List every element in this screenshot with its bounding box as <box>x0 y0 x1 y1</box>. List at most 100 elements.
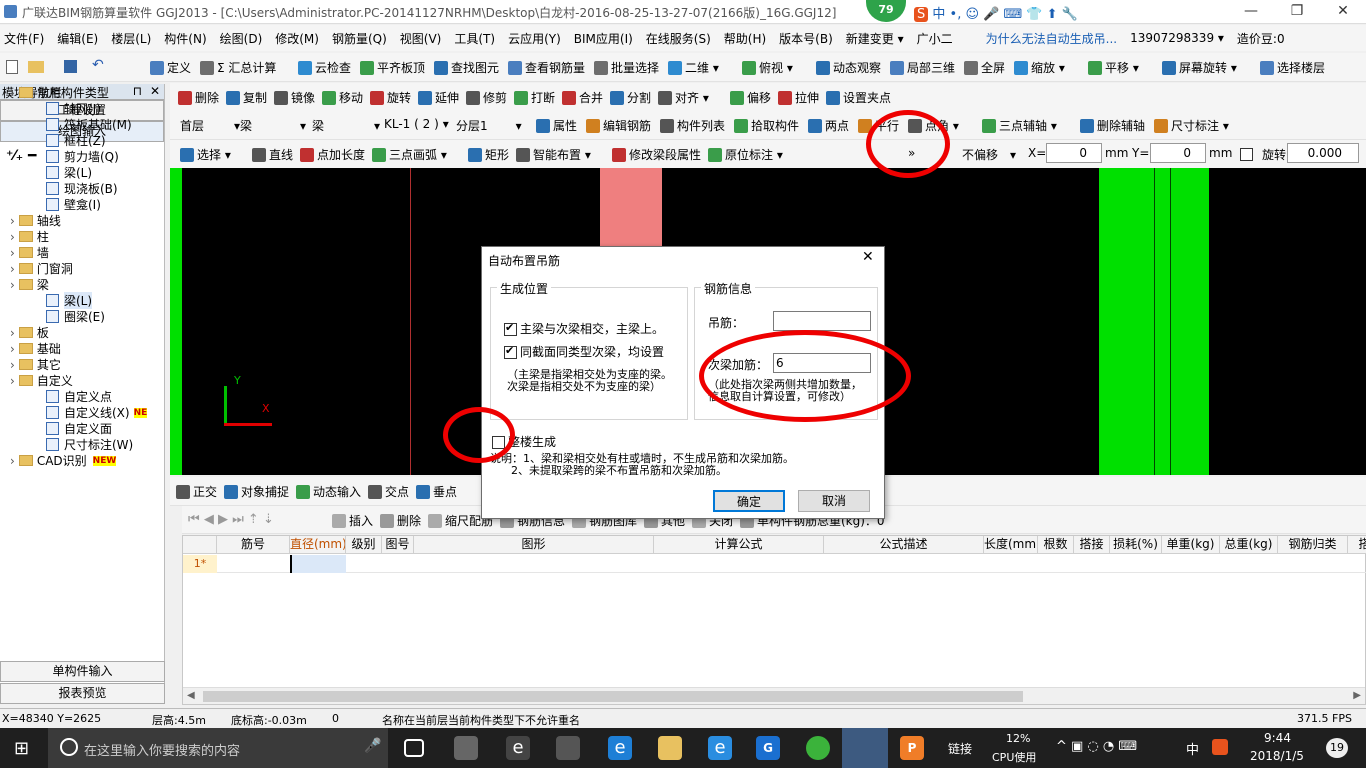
comp-tool-2[interactable]: 构件列表 <box>660 117 725 134</box>
tree-item-22[interactable]: 尺寸标注(W) <box>46 436 133 453</box>
main-tool-10[interactable]: 局部三维 <box>890 59 955 76</box>
dialog-close-button[interactable]: ✕ <box>862 249 874 265</box>
open-file-icon[interactable] <box>28 61 44 73</box>
comp-tool-0[interactable]: 属性 <box>536 117 577 134</box>
menu-item-11[interactable]: 在线服务(S) <box>646 30 711 47</box>
draw-tool-0[interactable]: 选择 ▾ <box>180 146 231 163</box>
comp-tool-9[interactable]: 尺寸标注 ▾ <box>1154 117 1229 134</box>
update-badge[interactable]: 79 <box>866 0 906 22</box>
edit-tool-4[interactable]: 旋转 <box>370 89 411 106</box>
cancel-button[interactable]: 取消 <box>798 490 870 512</box>
menu-item-18[interactable]: 造价豆:0 <box>1237 30 1285 47</box>
link-text[interactable]: 链接 <box>948 740 972 757</box>
tree-item-9[interactable]: › 柱 <box>10 228 49 245</box>
column-header-14[interactable]: 钢筋归类 <box>1278 536 1348 554</box>
menu-item-5[interactable]: 修改(M) <box>275 30 319 47</box>
ime-indicator[interactable]: 中 <box>1186 739 1199 758</box>
edit-tool-3[interactable]: 移动 <box>322 89 363 106</box>
snap-tool-2[interactable]: 动态输入 <box>296 483 361 500</box>
report-preview-button[interactable]: 报表预览 <box>0 683 165 704</box>
edit-tool-8[interactable]: 合并 <box>562 89 603 106</box>
column-header-6[interactable]: 计算公式 <box>654 536 824 554</box>
tree-item-3[interactable]: 框柱(Z) <box>46 132 106 149</box>
column-header-2[interactable]: 直径(mm) <box>290 536 346 554</box>
table-row[interactable]: 1* <box>183 555 1366 573</box>
snap-tool-0[interactable]: 正交 <box>176 483 217 500</box>
rotate-checkbox[interactable]: 旋转 <box>1240 146 1286 163</box>
main-tool-6[interactable]: 批量选择 <box>594 59 659 76</box>
task-view-icon[interactable] <box>404 739 424 757</box>
column-header-15[interactable]: 搭接形 <box>1348 536 1366 554</box>
edit-tool-7[interactable]: 打断 <box>514 89 555 106</box>
main-tool-7[interactable]: 二维 ▾ <box>668 59 719 76</box>
restore-button[interactable]: ❐ <box>1274 0 1320 24</box>
mic-icon[interactable]: 🎤 <box>364 738 381 754</box>
draw-tool-6[interactable]: 修改梁段属性 <box>612 146 701 163</box>
component-select[interactable]: KL-1 ( 2 ) ▾ <box>384 117 449 131</box>
tree-expander-icon[interactable]: › <box>10 374 15 388</box>
menu-item-14[interactable]: 新建变更 ▾ <box>846 30 904 47</box>
y-input[interactable]: 0 <box>1150 143 1206 163</box>
main-tool-0[interactable]: 定义 <box>150 59 191 76</box>
main-tool-15[interactable]: 选择楼层 <box>1260 59 1325 76</box>
menu-item-9[interactable]: 云应用(Y) <box>508 30 561 47</box>
tray-icons[interactable]: ^ ▣ ◌ ◔ ⌨ <box>1056 739 1137 754</box>
comp-tool-7[interactable]: 三点辅轴 ▾ <box>982 117 1057 134</box>
tree-expander-icon[interactable]: › <box>10 342 15 356</box>
tree-item-1[interactable]: 轴网(J) <box>46 100 101 117</box>
column-header-10[interactable]: 搭接 <box>1074 536 1110 554</box>
fan-app-icon[interactable] <box>454 736 478 760</box>
new-file-icon[interactable] <box>6 60 18 74</box>
single-component-input-button[interactable]: 单构件输入 <box>0 661 165 682</box>
horizontal-scrollbar[interactable]: ◀ ▶ <box>183 687 1365 704</box>
tree-item-17[interactable]: › 其它 <box>10 356 61 373</box>
menu-item-0[interactable]: 文件(F) <box>4 30 44 47</box>
menu-item-10[interactable]: BIM应用(I) <box>574 30 633 47</box>
draw-tool-1[interactable]: 直线 <box>252 146 293 163</box>
diameter-cell[interactable] <box>290 555 346 573</box>
column-header-8[interactable]: 长度(mm) <box>984 536 1038 554</box>
column-header-13[interactable]: 总重(kg) <box>1220 536 1278 554</box>
save-icon[interactable] <box>64 60 77 73</box>
floor-select[interactable]: 首层 ▾ <box>180 117 240 134</box>
draw-tool-3[interactable]: 三点画弧 ▾ <box>372 146 447 163</box>
tree-item-13[interactable]: 梁(L) <box>46 292 93 309</box>
main-tool-2[interactable]: 云检查 <box>298 59 351 76</box>
menu-item-12[interactable]: 帮助(H) <box>724 30 766 47</box>
tree-item-6[interactable]: 现浇板(B) <box>46 180 118 197</box>
hanger-input[interactable] <box>773 311 871 331</box>
tree-item-10[interactable]: › 墙 <box>10 244 49 261</box>
subtype-select[interactable]: 梁 ▾ <box>312 117 380 134</box>
tree-expander-icon[interactable]: › <box>10 262 15 276</box>
start-icon[interactable]: ⊞ <box>14 738 29 759</box>
clock-time[interactable]: 9:44 <box>1264 731 1291 745</box>
close-icon[interactable]: ✕ <box>150 84 160 98</box>
sogou-tray-icon[interactable] <box>1212 739 1228 755</box>
comp-tool-4[interactable]: 两点 <box>808 117 849 134</box>
grid-nav-icons[interactable]: ⏮ ◀ ▶ ⏭ ⇡ ⇣ <box>188 512 274 527</box>
edit-tool-5[interactable]: 延伸 <box>418 89 459 106</box>
ime-toolbar[interactable]: S 中 •, ☺ 🎤 ⌨ 👕 ⬆ 🔧 <box>914 3 1078 22</box>
pin-icon[interactable]: ⊓ <box>133 84 142 98</box>
notification-icon[interactable]: 19 <box>1326 738 1348 758</box>
tree-item-2[interactable]: 筏板基础(M) <box>46 116 132 133</box>
tree-item-4[interactable]: 剪力墙(Q) <box>46 148 119 165</box>
draw-tool-5[interactable]: 智能布置 ▾ <box>516 146 591 163</box>
main-tool-4[interactable]: 查找图元 <box>434 59 499 76</box>
main-tool-5[interactable]: 查看钢筋量 <box>508 59 585 76</box>
column-header-9[interactable]: 根数 <box>1038 536 1074 554</box>
menu-item-15[interactable]: 广小二 <box>917 30 953 47</box>
offset-select[interactable]: 不偏移 ▾ <box>962 146 1016 163</box>
tree-expander-icon[interactable]: › <box>10 358 15 372</box>
opt2-checkbox[interactable]: 同截面同类型次梁，均设置 <box>504 343 664 360</box>
tree-expander-icon[interactable]: › <box>10 454 15 468</box>
tree-item-16[interactable]: › 基础 <box>10 340 61 357</box>
draw-tool-7[interactable]: 原位标注 ▾ <box>708 146 783 163</box>
draw-tool-2[interactable]: 点加长度 <box>300 146 365 163</box>
menu-item-6[interactable]: 钢筋量(Q) <box>332 30 387 47</box>
minimize-button[interactable]: — <box>1228 0 1274 24</box>
edge-legacy-icon[interactable]: e <box>506 736 530 760</box>
opt1-checkbox[interactable]: 主梁与次梁相交，主梁上。 <box>504 320 664 337</box>
tree-expander-icon[interactable]: › <box>10 230 15 244</box>
edit-tool-1[interactable]: 复制 <box>226 89 267 106</box>
